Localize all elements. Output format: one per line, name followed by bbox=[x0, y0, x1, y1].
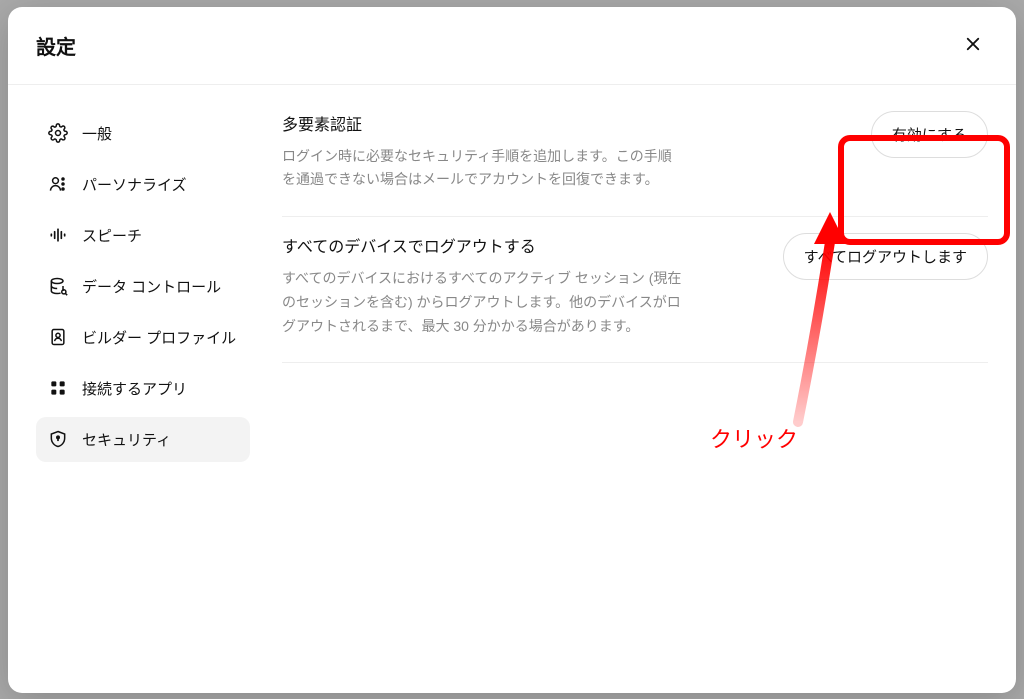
sidebar-item-label: ビルダー プロファイル bbox=[82, 327, 236, 348]
setting-mfa: 多要素認証 ログイン時に必要なセキュリティ手順を追加します。この手順を通過できな… bbox=[282, 111, 988, 218]
shield-icon bbox=[48, 429, 68, 449]
sidebar-item-personalize[interactable]: パーソナライズ bbox=[36, 162, 250, 207]
setting-text: すべてのデバイスでログアウトする すべてのデバイスにおけるすべてのアクティブ セ… bbox=[282, 233, 682, 338]
sound-icon bbox=[48, 225, 68, 245]
modal-body: 一般 パーソナライズ スピーチ データ コントロール bbox=[8, 85, 1016, 693]
setting-logout-all: すべてのデバイスでログアウトする すべてのデバイスにおけるすべてのアクティブ セ… bbox=[282, 217, 988, 363]
sidebar-item-label: 接続するアプリ bbox=[82, 378, 187, 399]
sidebar-item-label: データ コントロール bbox=[82, 276, 221, 297]
setting-text: 多要素認証 ログイン時に必要なセキュリティ手順を追加します。この手順を通過できな… bbox=[282, 111, 682, 193]
sidebar-item-data-control[interactable]: データ コントロール bbox=[36, 264, 250, 309]
grid-icon bbox=[48, 378, 68, 398]
modal-header: 設定 bbox=[8, 7, 1016, 85]
setting-title: すべてのデバイスでログアウトする bbox=[282, 233, 682, 257]
sidebar-item-label: セキュリティ bbox=[82, 429, 171, 450]
modal-title: 設定 bbox=[36, 31, 76, 60]
sidebar: 一般 パーソナライズ スピーチ データ コントロール bbox=[8, 111, 268, 693]
sidebar-item-general[interactable]: 一般 bbox=[36, 111, 250, 156]
sidebar-item-label: 一般 bbox=[82, 123, 112, 144]
sidebar-item-connected-apps[interactable]: 接続するアプリ bbox=[36, 366, 250, 411]
close-icon bbox=[964, 35, 982, 56]
sidebar-item-speech[interactable]: スピーチ bbox=[36, 213, 250, 258]
sidebar-item-label: パーソナライズ bbox=[82, 174, 187, 195]
person-icon bbox=[48, 174, 68, 194]
setting-description: すべてのデバイスにおけるすべてのアクティブ セッション (現在のセッションを含む… bbox=[282, 267, 682, 338]
sidebar-item-label: スピーチ bbox=[82, 225, 142, 246]
content-panel: 多要素認証 ログイン時に必要なセキュリティ手順を追加します。この手順を通過できな… bbox=[268, 111, 1016, 693]
sidebar-item-builder-profile[interactable]: ビルダー プロファイル bbox=[36, 315, 250, 360]
setting-title: 多要素認証 bbox=[282, 111, 682, 135]
database-icon bbox=[48, 276, 68, 296]
logout-all-button[interactable]: すべてログアウトします bbox=[783, 233, 988, 280]
sidebar-item-security[interactable]: セキュリティ bbox=[36, 417, 250, 462]
setting-description: ログイン時に必要なセキュリティ手順を追加します。この手順を通過できない場合はメー… bbox=[282, 145, 682, 193]
settings-modal: 設定 一般 パーソナライズ bbox=[8, 7, 1016, 693]
gear-icon bbox=[48, 123, 68, 143]
document-icon bbox=[48, 327, 68, 347]
enable-mfa-button[interactable]: 有効にする bbox=[871, 111, 988, 158]
close-button[interactable] bbox=[958, 29, 988, 62]
